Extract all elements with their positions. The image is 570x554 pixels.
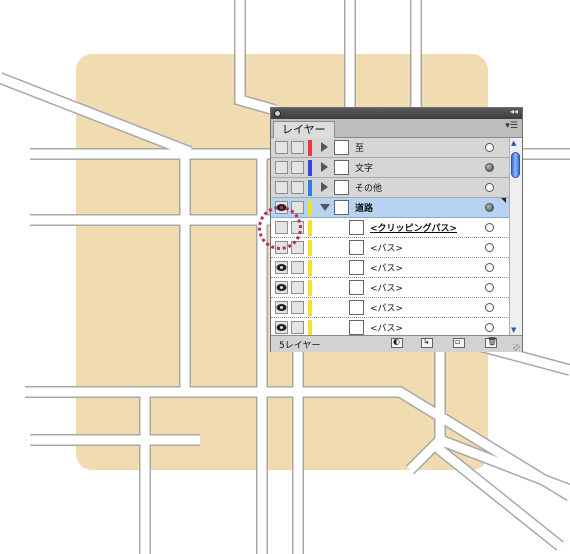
- target-circle-icon[interactable]: [485, 143, 494, 152]
- collapse-arrow-icon[interactable]: [320, 204, 330, 211]
- expand-arrow-icon[interactable]: [321, 162, 328, 172]
- lock-toggle[interactable]: [291, 161, 304, 174]
- sublayer-row[interactable]: <パス>: [271, 278, 509, 298]
- layer-list-scrollbar[interactable]: ▲ ▼: [509, 138, 522, 335]
- target-circle-icon[interactable]: [485, 203, 494, 212]
- lock-toggle[interactable]: [291, 301, 304, 314]
- lock-toggle[interactable]: [291, 141, 304, 154]
- layer-color-swatch: [308, 320, 312, 335]
- path-thumbnail: [349, 280, 364, 295]
- eye-icon: [276, 264, 287, 271]
- selection-indicator-icon: [501, 198, 506, 203]
- target-circle-icon[interactable]: [485, 183, 494, 192]
- panel-tab-row: レイヤー ▾☰: [271, 119, 522, 138]
- sublayer-name[interactable]: <パス>: [370, 261, 403, 274]
- visibility-toggle[interactable]: [275, 261, 288, 274]
- visibility-toggle[interactable]: [275, 281, 288, 294]
- eye-icon: [276, 324, 287, 331]
- sublayer-row[interactable]: <パス>: [271, 238, 509, 258]
- layer-color-swatch: [308, 300, 312, 316]
- layer-name[interactable]: 道路: [355, 201, 373, 214]
- collapse-icon[interactable]: ◂◂: [510, 107, 518, 116]
- path-thumbnail: [349, 320, 364, 335]
- sublayer-name[interactable]: <パス>: [370, 321, 403, 334]
- visibility-toggle[interactable]: [275, 301, 288, 314]
- target-circle-icon[interactable]: [485, 283, 494, 292]
- new-sublayer-button[interactable]: ↳: [421, 337, 433, 348]
- layer-thumbnail: [334, 160, 349, 175]
- layer-row[interactable]: 至: [271, 138, 509, 158]
- layer-name[interactable]: 文字: [355, 161, 373, 174]
- sublayer-name[interactable]: <パス>: [370, 241, 403, 254]
- expand-arrow-icon[interactable]: [321, 142, 328, 152]
- layers-panel: ◂◂ レイヤー ▾☰ 至 文字 その他 道路 <クリッピングパス> <パス> <…: [270, 107, 523, 352]
- sublayer-name[interactable]: <パス>: [370, 301, 403, 314]
- lock-toggle[interactable]: [291, 181, 304, 194]
- delete-layer-button[interactable]: 🗑: [485, 337, 498, 348]
- scroll-thumb[interactable]: [511, 152, 520, 178]
- scroll-up-icon[interactable]: ▲: [511, 139, 516, 147]
- sublayer-row[interactable]: <クリッピングパス>: [271, 218, 509, 238]
- sublayer-name[interactable]: <クリッピングパス>: [370, 221, 457, 234]
- layer-count: 5レイヤー: [279, 341, 321, 351]
- target-circle-icon[interactable]: [485, 263, 494, 272]
- target-circle-icon[interactable]: [485, 163, 494, 172]
- path-thumbnail: [349, 220, 364, 235]
- path-thumbnail: [349, 240, 364, 255]
- new-layer-button[interactable]: ▫: [453, 337, 465, 348]
- path-thumbnail: [349, 300, 364, 315]
- eye-icon: [276, 304, 287, 311]
- sublayer-row[interactable]: <パス>: [271, 318, 509, 335]
- visibility-toggle[interactable]: [275, 181, 288, 194]
- layer-color-swatch: [308, 240, 312, 256]
- sublayer-name[interactable]: <パス>: [370, 281, 403, 294]
- lock-toggle[interactable]: [291, 261, 304, 274]
- layer-row[interactable]: 文字: [271, 158, 509, 178]
- path-thumbnail: [349, 260, 364, 275]
- target-circle-icon[interactable]: [485, 223, 494, 232]
- tab-layers[interactable]: レイヤー: [273, 121, 335, 138]
- layer-row[interactable]: その他: [271, 178, 509, 198]
- layer-thumbnail: [334, 180, 349, 195]
- make-clipping-mask-icon: ◐: [393, 337, 400, 346]
- eye-icon: [276, 284, 287, 291]
- visibility-toggle[interactable]: [275, 161, 288, 174]
- expand-arrow-icon[interactable]: [321, 182, 328, 192]
- sublayer-row[interactable]: <パス>: [271, 298, 509, 318]
- layer-list: 至 文字 その他 道路 <クリッピングパス> <パス> <パス> <パス> <パ…: [271, 138, 509, 335]
- scroll-down-icon[interactable]: ▼: [511, 326, 516, 334]
- make-clipping-mask-button[interactable]: ◐: [391, 337, 403, 348]
- panel-menu-icon[interactable]: ▾☰: [505, 121, 518, 131]
- close-icon[interactable]: [274, 110, 281, 117]
- layer-thumbnail: [334, 140, 349, 155]
- lock-toggle[interactable]: [291, 321, 304, 334]
- layer-color-swatch: [308, 220, 312, 236]
- trash-icon: 🗑: [487, 337, 498, 346]
- layer-name[interactable]: 至: [355, 141, 364, 154]
- layer-name[interactable]: その他: [355, 181, 382, 194]
- panel-footer: 5レイヤー ◐ ↳ ▫ 🗑: [271, 335, 522, 352]
- layer-row-selected[interactable]: 道路: [271, 198, 509, 218]
- layer-color-swatch: [308, 180, 312, 196]
- panel-titlebar[interactable]: ◂◂: [271, 107, 522, 119]
- visibility-toggle[interactable]: [275, 141, 288, 154]
- sublayer-row[interactable]: <パス>: [271, 258, 509, 278]
- visibility-toggle[interactable]: [275, 321, 288, 334]
- new-layer-icon: ▫: [455, 337, 461, 346]
- layer-color-swatch: [308, 260, 312, 276]
- layer-color-swatch: [308, 200, 312, 216]
- resize-grip-icon[interactable]: [513, 344, 520, 351]
- new-sublayer-icon: ↳: [423, 337, 430, 346]
- target-circle-icon[interactable]: [485, 323, 494, 332]
- layer-color-swatch: [308, 160, 312, 176]
- layer-color-swatch: [308, 280, 312, 296]
- layer-color-swatch: [308, 140, 312, 156]
- target-circle-icon[interactable]: [485, 303, 494, 312]
- lock-toggle[interactable]: [291, 281, 304, 294]
- target-circle-icon[interactable]: [485, 243, 494, 252]
- layer-thumbnail: [334, 200, 349, 215]
- highlight-ring: [258, 206, 302, 250]
